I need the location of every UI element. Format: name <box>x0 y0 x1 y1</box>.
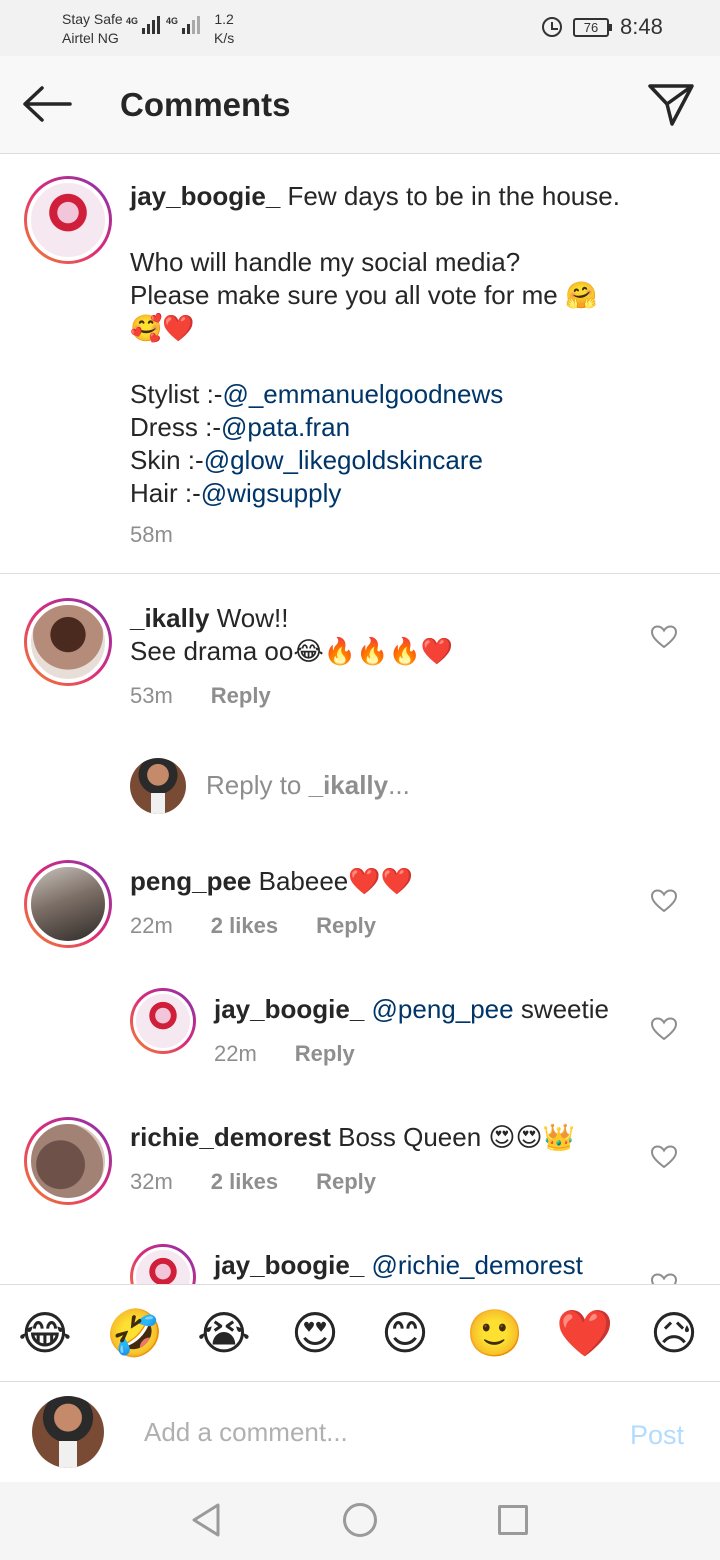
emoji-smile-button[interactable]: 🙂 <box>466 1305 523 1361</box>
reply-button[interactable]: Reply <box>211 683 271 708</box>
comment-text: jay_boogie_ @richie_demorest <box>214 1249 634 1282</box>
emoji-sad-sweat-button[interactable]: 😥 <box>646 1305 702 1361</box>
network-type-label: 4G <box>166 16 179 26</box>
battery-icon: 76 <box>573 18 612 37</box>
nav-recents-icon[interactable] <box>498 1505 528 1535</box>
comment-username[interactable]: jay_boogie_ <box>214 994 364 1024</box>
comment-timestamp: 22m <box>214 1041 257 1066</box>
comment-username[interactable]: jay_boogie_ <box>214 1250 364 1280</box>
comment-meta: 22m 2 likes Reply <box>130 913 414 939</box>
add-comment-input[interactable] <box>144 1412 604 1452</box>
emoji-sob-button[interactable]: 😭 <box>196 1305 252 1361</box>
emoji-red-heart-button[interactable]: ❤️ <box>556 1305 613 1361</box>
nav-back-icon[interactable] <box>190 1502 222 1538</box>
divider <box>0 573 720 574</box>
carrier-line1: Stay Safe <box>62 11 123 27</box>
reply-button[interactable]: Reply <box>316 1169 376 1194</box>
mention-link[interactable]: @glow_likegoldskincare <box>204 445 483 475</box>
signal-icon: 4G <box>126 16 161 34</box>
likes-count[interactable]: 2 likes <box>211 913 278 938</box>
comment-timestamp: 53m <box>130 683 173 708</box>
caption-timestamp: 58m <box>130 522 173 547</box>
caption-text: jay_boogie_ Few days to be in the house.… <box>130 181 620 508</box>
network-speed: 1.2 K/s <box>214 11 235 46</box>
comment-avatar[interactable] <box>24 598 112 686</box>
likes-count[interactable]: 2 likes <box>211 1169 278 1194</box>
current-user-avatar <box>32 1396 104 1468</box>
comment-text: jay_boogie_ @peng_pee sweetie <box>214 994 609 1024</box>
reply-button[interactable]: Reply <box>316 913 376 938</box>
comment-text: richie_demorest Boss Queen 😍😍👑 <box>130 1122 575 1152</box>
comment-timestamp: 22m <box>130 913 173 938</box>
comment-avatar[interactable] <box>24 1117 112 1205</box>
current-user-avatar <box>130 758 186 814</box>
comment-meta: 53m Reply <box>130 683 309 709</box>
app-header: Comments <box>0 56 720 154</box>
mention-link[interactable]: @richie_demorest <box>372 1250 583 1280</box>
back-arrow-icon[interactable] <box>20 84 74 124</box>
mention-link[interactable]: @_emmanuelgoodnews <box>222 379 503 409</box>
emoji-blush-button[interactable]: 😊 <box>377 1305 433 1361</box>
reply-avatar[interactable] <box>130 988 196 1054</box>
page-title: Comments <box>120 86 291 123</box>
system-nav-bar <box>0 1482 720 1560</box>
signal-icon: 4G <box>166 16 201 34</box>
like-heart-icon[interactable] <box>651 625 677 649</box>
like-heart-icon[interactable] <box>651 1017 677 1041</box>
nav-home-icon[interactable] <box>343 1503 377 1537</box>
carrier-info: Stay Safe Airtel NG <box>62 10 123 48</box>
comment-username[interactable]: peng_pee <box>130 866 251 896</box>
mention-link[interactable]: @peng_pee <box>372 994 514 1024</box>
like-heart-icon[interactable] <box>651 889 677 913</box>
comment-avatar[interactable] <box>24 860 112 948</box>
caption-meta: 58m <box>130 522 211 548</box>
network-type-label: 4G <box>126 16 139 26</box>
comment-text: peng_pee Babeee❤️❤️ <box>130 866 413 896</box>
emoji-joy-button[interactable]: 😂 <box>17 1305 73 1361</box>
caption-author-avatar[interactable] <box>24 176 112 264</box>
comment-meta: 22m Reply <box>214 1041 393 1067</box>
mention-link[interactable]: @wigsupply <box>201 478 342 508</box>
like-heart-icon[interactable] <box>651 1145 677 1169</box>
comment-composer: Post <box>0 1382 720 1482</box>
emoji-quick-bar: 😂 🤣 😭 😍 😊 🙂 ❤️ 😥 <box>0 1284 720 1382</box>
emoji-rofl-button[interactable]: 🤣 <box>106 1305 163 1361</box>
reply-button[interactable]: Reply <box>295 1041 355 1066</box>
comment-username[interactable]: richie_demorest <box>130 1122 331 1152</box>
caption-username[interactable]: jay_boogie_ <box>130 181 280 211</box>
reply-prompt[interactable]: Reply to _ikally... <box>206 770 410 801</box>
comment-username[interactable]: _ikally <box>130 603 210 633</box>
emoji-heart-eyes-button[interactable]: 😍 <box>287 1305 343 1361</box>
status-bar: Stay Safe Airtel NG 4G 4G 1.2 K/s 76 8:4… <box>0 0 720 56</box>
carrier-line2: Airtel NG <box>62 30 119 46</box>
comment-timestamp: 32m <box>130 1169 173 1194</box>
clock: 8:48 <box>620 14 663 39</box>
comment-text: _ikally Wow!! See drama oo😂🔥🔥🔥❤️ <box>130 603 454 666</box>
alarm-icon <box>542 17 562 37</box>
comment-meta: 32m 2 likes Reply <box>130 1169 414 1195</box>
post-button[interactable]: Post <box>630 1420 684 1451</box>
direct-share-icon[interactable] <box>646 80 696 128</box>
mention-link[interactable]: @pata.fran <box>221 412 350 442</box>
